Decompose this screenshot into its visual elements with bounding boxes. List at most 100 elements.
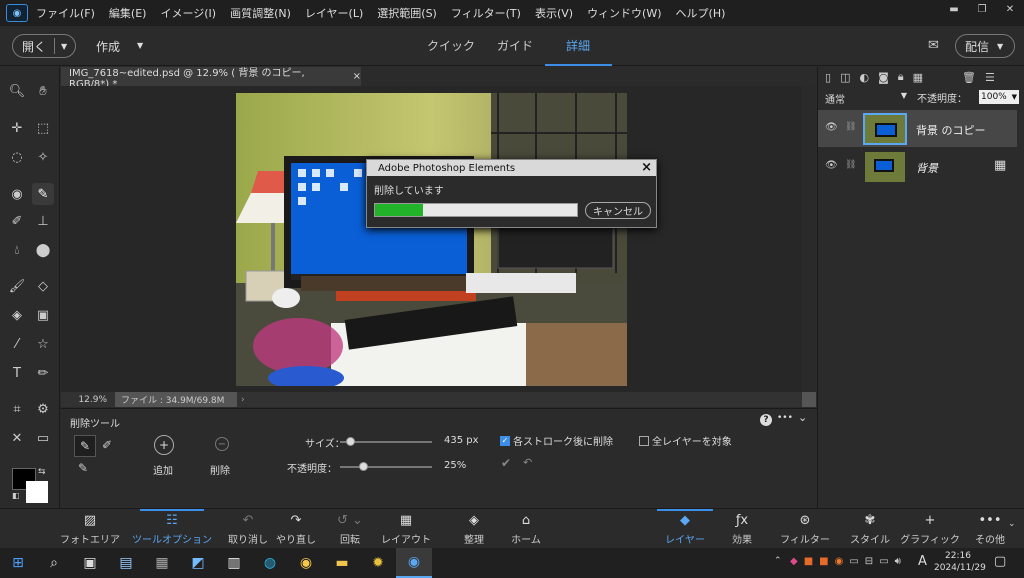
checkbox-checked-icon[interactable]: ✓: [500, 435, 510, 446]
link-icon[interactable]: ⛓︎: [845, 122, 856, 132]
visibility-eye-icon[interactable]: 👁︎: [825, 160, 838, 171]
menu-image[interactable]: イメージ(I): [160, 5, 216, 21]
type-tool-icon[interactable]: T: [6, 362, 28, 384]
menu-view[interactable]: 表示(V): [535, 5, 573, 21]
layer-row-background[interactable]: 👁︎ ⛓︎ 背景 ▦: [818, 148, 1017, 185]
eraser-tool-icon[interactable]: ◇: [32, 275, 54, 297]
store-icon[interactable]: ▣: [72, 548, 108, 578]
opacity-field[interactable]: 100% ▼: [979, 90, 1019, 104]
notification-icon[interactable]: ▢: [994, 554, 1006, 569]
lasso-tool-icon[interactable]: ◌: [6, 146, 28, 168]
network-icon[interactable]: ⊟: [865, 556, 873, 567]
straighten-tool-icon[interactable]: ▭: [32, 427, 54, 449]
share-button[interactable]: 配信 ▼: [955, 34, 1015, 58]
menu-select[interactable]: 選択範囲(S): [377, 5, 437, 21]
create-button[interactable]: 作成: [96, 38, 120, 55]
cancel-button[interactable]: キャンセル: [585, 202, 651, 219]
filters-button[interactable]: ⊛ フィルター: [780, 509, 830, 549]
taskbar-app-icon[interactable]: ✹: [360, 548, 396, 578]
open-button[interactable]: 開く ▼: [12, 34, 76, 58]
tray-app-icon[interactable]: ■: [804, 556, 813, 567]
spot-mode-icon[interactable]: ✎: [78, 461, 88, 475]
menu-file[interactable]: ファイル(F): [36, 5, 95, 21]
layout-button[interactable]: ▦ レイアウト: [381, 509, 431, 549]
tray-chevron-icon[interactable]: ⌃: [774, 556, 782, 566]
stroke-option-checkbox[interactable]: ✓ 各ストローク後に削除: [500, 433, 613, 448]
windows-start-icon[interactable]: ⊞: [0, 548, 36, 578]
vertical-scrollbar[interactable]: [802, 86, 816, 407]
more-options-icon[interactable]: •••: [777, 413, 793, 423]
remove-area-icon[interactable]: −: [215, 437, 229, 451]
layer-mask-icon[interactable]: ◙: [878, 71, 889, 84]
effects-button[interactable]: ƒx 効果: [726, 509, 758, 549]
taskbar-search-icon[interactable]: ⌕: [36, 548, 72, 578]
menu-window[interactable]: ウィンドウ(W): [587, 5, 661, 21]
size-value[interactable]: 435 px: [444, 435, 479, 446]
more-chevron-icon[interactable]: ⌄: [1008, 519, 1016, 529]
document-image[interactable]: [236, 93, 627, 386]
recompose-tool-icon[interactable]: ⚙︎: [32, 398, 54, 420]
swap-colors-icon[interactable]: ⇆: [38, 467, 46, 477]
more-button[interactable]: ••• その他: [974, 509, 1006, 549]
photoshop-elements-taskbar-icon[interactable]: ◉: [396, 548, 432, 578]
clone-stamp-tool-icon[interactable]: ⊥: [32, 210, 54, 232]
redo-button[interactable]: ↷ やり直し: [276, 509, 316, 549]
tray-app-icon[interactable]: ◆: [790, 556, 798, 567]
zoom-level[interactable]: 12.9%: [61, 395, 107, 405]
link-icon[interactable]: ⛓︎: [845, 160, 856, 170]
document-tab[interactable]: IMG_7618~edited.psd @ 12.9% ( 背景 のコピー, R…: [61, 67, 361, 90]
menu-enhance[interactable]: 画質調整(N): [230, 5, 291, 21]
content-aware-move-tool-icon[interactable]: ✕: [6, 427, 28, 449]
new-layer-icon[interactable]: ▯: [825, 71, 831, 84]
custom-shape-tool-icon[interactable]: ☆: [32, 333, 54, 355]
visibility-eye-icon[interactable]: 👁︎: [825, 122, 838, 133]
zoom-tool-icon[interactable]: 🔍︎: [6, 80, 28, 102]
reset-icon[interactable]: ↶: [523, 456, 532, 469]
collapse-icon[interactable]: ⌄: [798, 411, 807, 424]
styles-button[interactable]: ✾ スタイル: [850, 509, 890, 549]
adjustment-layer-icon[interactable]: ◐: [859, 71, 869, 84]
layers-menu-icon[interactable]: ☰: [985, 71, 995, 84]
menu-help[interactable]: ヘルプ(H): [676, 5, 726, 21]
file-size-info[interactable]: ファイル : 34.9M/69.8M: [115, 392, 237, 407]
calculator-icon[interactable]: ▦: [144, 548, 180, 578]
notepad-icon[interactable]: ▥: [216, 548, 252, 578]
menu-filter[interactable]: フィルター(T): [451, 5, 521, 21]
taskbar-app-icon[interactable]: ▤: [108, 548, 144, 578]
monitor-icon[interactable]: ▭: [879, 556, 888, 567]
chrome-icon[interactable]: ◉: [288, 548, 324, 578]
mode-expert-tab[interactable]: 詳細: [566, 37, 590, 54]
dialog-close-icon[interactable]: ×: [641, 160, 652, 175]
chevron-down-icon[interactable]: ▼: [54, 38, 67, 54]
add-area-icon[interactable]: +: [154, 435, 174, 455]
blur-tool-icon[interactable]: 💧︎: [6, 239, 28, 261]
layer-row-background-copy[interactable]: 👁︎ ⛓︎ 背景 のコピー: [818, 110, 1017, 147]
gradient-tool-icon[interactable]: ▣: [32, 304, 54, 326]
crop-tool-icon[interactable]: ⌗: [6, 398, 28, 420]
pencil-tool-icon[interactable]: ✏︎: [32, 362, 54, 384]
rotate-button[interactable]: ↺ ⌄ 回転: [332, 509, 368, 549]
red-eye-tool-icon[interactable]: ◉: [6, 183, 28, 205]
remove-tool-icon[interactable]: ✎: [32, 183, 54, 205]
volume-icon[interactable]: 🔊︎: [895, 556, 901, 567]
tray-app-icon[interactable]: ◉: [835, 556, 844, 567]
size-slider-thumb[interactable]: [346, 437, 356, 446]
mode-quick-tab[interactable]: クイック: [427, 37, 475, 54]
paint-bucket-tool-icon[interactable]: ◈: [6, 304, 28, 326]
create-chevron-icon[interactable]: ▼: [137, 41, 143, 50]
lock-transparency-icon[interactable]: ▦: [913, 71, 923, 84]
document-close-icon[interactable]: ×: [353, 71, 361, 82]
tool-options-button[interactable]: ☷ ツールオプション: [132, 509, 212, 549]
mail-icon[interactable]: ✉: [928, 38, 939, 53]
blend-mode-select[interactable]: 通常 ▼: [825, 91, 907, 106]
sponge-tool-icon[interactable]: ⬤: [32, 239, 54, 261]
healing-brush-tool-icon[interactable]: ✐: [6, 210, 28, 232]
checkbox-unchecked-icon[interactable]: [639, 435, 649, 446]
clock[interactable]: 22:16 2024/11/29: [934, 550, 986, 574]
remove-brush-mode-icon[interactable]: ✎: [74, 435, 96, 457]
menu-layer[interactable]: レイヤー(L): [305, 5, 363, 21]
apply-check-icon[interactable]: ✔: [501, 456, 511, 470]
size-slider[interactable]: [340, 437, 432, 446]
marquee-tool-icon[interactable]: ⬚: [32, 117, 54, 139]
graphics-button[interactable]: + グラフィック: [900, 509, 960, 549]
